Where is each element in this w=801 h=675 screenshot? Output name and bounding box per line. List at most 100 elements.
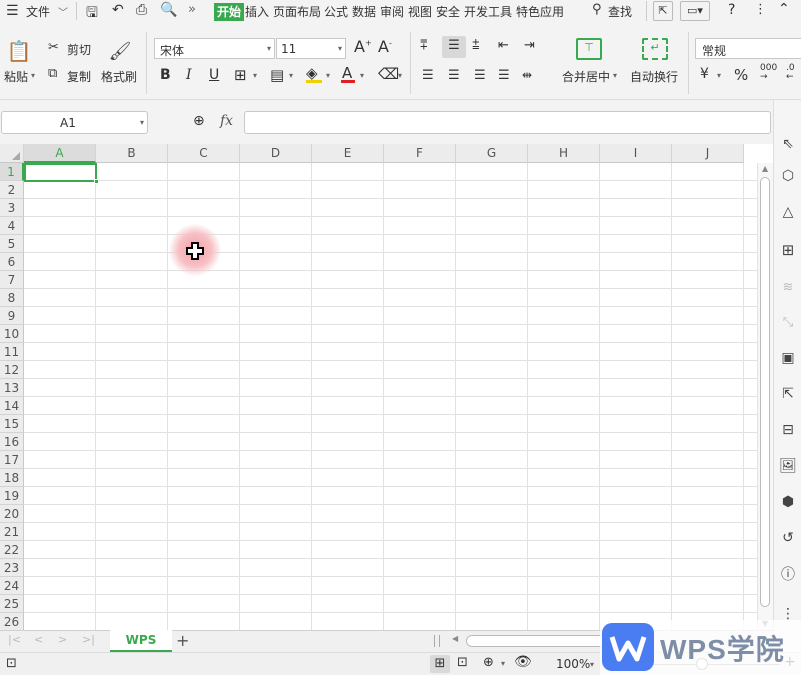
- undo-icon[interactable]: ↶: [112, 2, 124, 18]
- bold-icon[interactable]: B: [160, 67, 171, 83]
- underline-icon[interactable]: U: [209, 67, 219, 83]
- number-format-select[interactable]: 常规: [695, 38, 801, 59]
- collaborate-icon[interactable]: ▭▾: [680, 1, 710, 21]
- function-icon[interactable]: fx: [220, 113, 233, 129]
- archive-icon[interactable]: ⊟: [778, 420, 798, 440]
- align-top-icon[interactable]: ⩱: [420, 38, 428, 53]
- tab-security[interactable]: 安全: [434, 3, 462, 21]
- tab-special[interactable]: 特色应用: [514, 3, 566, 21]
- row-header-25[interactable]: 25: [0, 595, 24, 613]
- row-header-6[interactable]: 6: [0, 253, 24, 271]
- currency-icon[interactable]: ¥: [700, 66, 709, 82]
- column-header-f[interactable]: F: [384, 144, 456, 163]
- row-header-8[interactable]: 8: [0, 289, 24, 307]
- print-preview-icon[interactable]: 🔍: [160, 2, 177, 18]
- row-header-16[interactable]: 16: [0, 433, 24, 451]
- align-middle-icon[interactable]: ☰: [442, 36, 466, 58]
- chevron-down-icon[interactable]: ▾: [360, 71, 364, 80]
- spreadsheet-grid[interactable]: ABCDEFGHIJ 1 2 3 4 5 6 7 8 9 10 11 12 13 14 15 16 17 18 19…: [0, 144, 773, 630]
- align-right-icon[interactable]: ☰: [474, 68, 486, 83]
- scissors-icon[interactable]: ✂: [48, 40, 59, 55]
- more-options-icon[interactable]: ⋮: [754, 2, 767, 17]
- row-header-11[interactable]: 11: [0, 343, 24, 361]
- normal-view-icon[interactable]: ⊞: [430, 655, 450, 673]
- chevron-down-icon[interactable]: ▾: [326, 71, 330, 80]
- justify-icon[interactable]: ☰: [498, 68, 510, 83]
- add-sheet-icon[interactable]: +: [176, 631, 189, 650]
- export-icon[interactable]: ⇱: [778, 384, 798, 404]
- vertical-scrollbar[interactable]: ▲ ▼: [757, 163, 773, 630]
- zoom-search-icon[interactable]: ⊕: [193, 113, 205, 129]
- zoom-level[interactable]: 100%: [556, 657, 590, 671]
- tab-review[interactable]: 审阅: [378, 3, 406, 21]
- align-left-icon[interactable]: ☰: [422, 68, 434, 83]
- column-header-d[interactable]: D: [240, 144, 312, 163]
- increase-font-icon[interactable]: A+: [354, 37, 372, 56]
- row-header-14[interactable]: 14: [0, 397, 24, 415]
- shapes-icon[interactable]: ⬡: [778, 166, 798, 186]
- help-circle-icon[interactable]: ⓘ: [778, 564, 798, 584]
- select-all-corner[interactable]: [0, 144, 24, 163]
- row-header-9[interactable]: 9: [0, 307, 24, 325]
- chevron-down-icon[interactable]: ▾: [289, 71, 293, 80]
- tab-home[interactable]: 开始: [214, 3, 245, 21]
- page-break-view-icon[interactable]: ⊡: [457, 655, 468, 670]
- chevron-down-icon[interactable]: ﹀: [58, 4, 68, 19]
- paste-button[interactable]: 粘贴: [4, 68, 28, 85]
- row-header-7[interactable]: 7: [0, 271, 24, 289]
- column-header-g[interactable]: G: [456, 144, 528, 163]
- image-icon[interactable]: 🖼: [778, 456, 798, 476]
- name-box[interactable]: A1 ▾: [1, 111, 148, 134]
- chevron-down-icon[interactable]: ▾: [717, 71, 721, 80]
- table-icon[interactable]: ⊞: [778, 240, 798, 260]
- row-header-3[interactable]: 3: [0, 199, 24, 217]
- font-name-select[interactable]: 宋体 ▾: [154, 38, 275, 59]
- decrease-indent-icon[interactable]: ⇤: [498, 38, 509, 53]
- formula-input[interactable]: [244, 111, 771, 134]
- help-icon[interactable]: ?: [728, 2, 735, 18]
- history-icon[interactable]: ↺: [778, 528, 798, 548]
- chevron-down-icon[interactable]: ▾: [613, 71, 617, 80]
- format-painter-icon[interactable]: 🖌: [108, 38, 132, 64]
- gallery-icon[interactable]: ▣: [778, 348, 798, 368]
- next-sheet-icon[interactable]: >: [58, 633, 67, 646]
- row-header-18[interactable]: 18: [0, 469, 24, 487]
- row-header-19[interactable]: 19: [0, 487, 24, 505]
- scroll-up-icon[interactable]: ▲: [762, 164, 768, 173]
- sheet-tab-wps[interactable]: WPS: [110, 630, 172, 652]
- print-icon[interactable]: ⎙: [136, 2, 147, 18]
- cell-style-icon[interactable]: ▤: [270, 66, 284, 84]
- macro-icon[interactable]: ⊡: [6, 656, 17, 671]
- first-sheet-icon[interactable]: |<: [8, 633, 21, 646]
- row-header-17[interactable]: 17: [0, 451, 24, 469]
- row-header-12[interactable]: 12: [0, 361, 24, 379]
- column-header-c[interactable]: C: [168, 144, 240, 163]
- percent-icon[interactable]: %: [734, 66, 748, 84]
- decrease-font-icon[interactable]: A-: [378, 37, 392, 56]
- row-header-5[interactable]: 5: [0, 235, 24, 253]
- row-header-4[interactable]: 4: [0, 217, 24, 235]
- format-painter-button[interactable]: 格式刷: [101, 68, 137, 85]
- row-header-1[interactable]: 1: [0, 163, 24, 181]
- eye-protection-icon[interactable]: 👁: [514, 654, 532, 670]
- last-sheet-icon[interactable]: >|: [82, 633, 95, 646]
- row-header-21[interactable]: 21: [0, 523, 24, 541]
- tab-page-layout[interactable]: 页面布局: [271, 3, 323, 21]
- share-icon[interactable]: ⇱: [653, 1, 673, 21]
- filter-icon[interactable]: ≋: [778, 277, 798, 297]
- increase-decimal-icon[interactable]: .0 ←: [786, 64, 795, 82]
- align-center-icon[interactable]: ☰: [448, 68, 460, 83]
- row-header-2[interactable]: 2: [0, 181, 24, 199]
- collapse-ribbon-icon[interactable]: ⌃: [778, 1, 790, 17]
- increase-indent-icon[interactable]: ⇥: [524, 38, 535, 53]
- chevron-down-icon[interactable]: ▾: [253, 71, 257, 80]
- column-header-b[interactable]: B: [96, 144, 168, 163]
- more-icon[interactable]: »: [188, 2, 196, 17]
- row-header-22[interactable]: 22: [0, 541, 24, 559]
- save-icon[interactable]: 🖫: [86, 2, 98, 26]
- resize-icon[interactable]: ⤡: [778, 312, 798, 332]
- chevron-down-icon[interactable]: ▾: [501, 659, 505, 668]
- wrap-text-button[interactable]: 自动换行: [630, 68, 678, 85]
- tab-data[interactable]: 数据: [350, 3, 378, 21]
- paste-icon[interactable]: 📋: [6, 38, 32, 64]
